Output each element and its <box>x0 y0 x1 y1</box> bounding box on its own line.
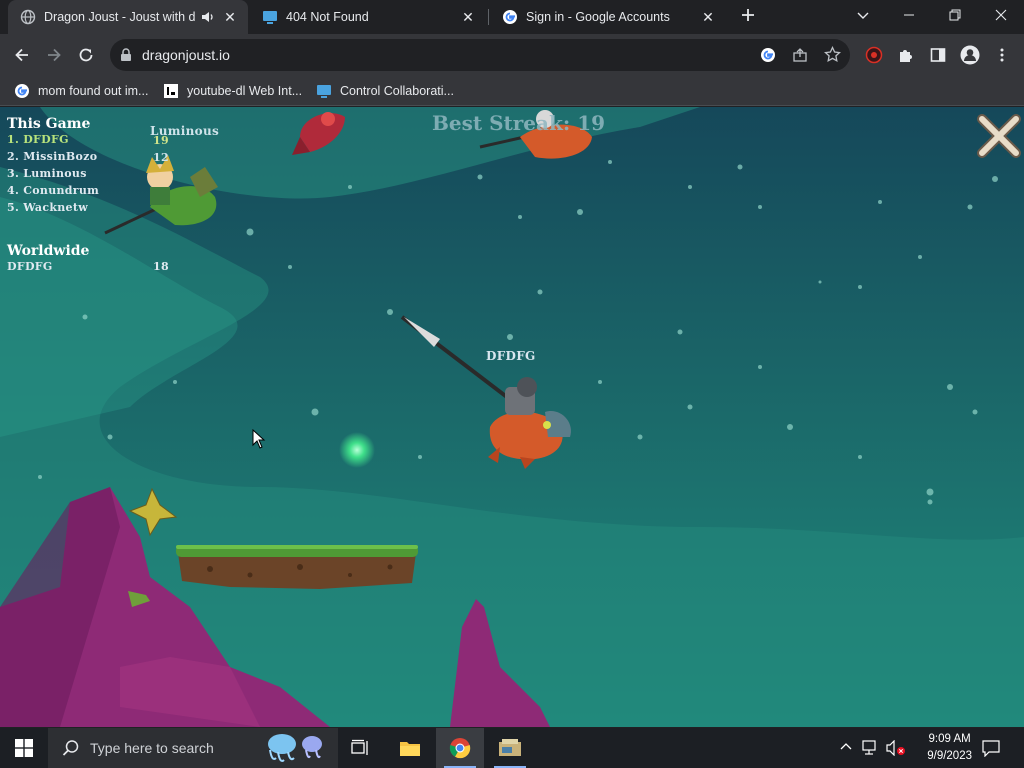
back-button[interactable] <box>6 39 38 71</box>
chrome-taskbar-button[interactable] <box>436 728 484 768</box>
app-taskbar-button[interactable] <box>486 728 534 768</box>
start-button[interactable] <box>0 728 48 768</box>
leaderboard-entry-2: 2. MissinBozo <box>7 150 98 163</box>
close-tab-icon[interactable]: ✕ <box>222 9 238 25</box>
close-tab-icon[interactable]: ✕ <box>460 9 476 25</box>
chevron-down-icon <box>857 12 869 19</box>
close-window-button[interactable] <box>978 0 1024 30</box>
task-view-icon <box>351 739 368 755</box>
task-view-button[interactable] <box>336 728 384 768</box>
tab-dragon-joust[interactable]: Dragon Joust - Joust with dr ✕ <box>8 0 248 34</box>
worldwide-entry-name: DFDFG <box>7 260 53 273</box>
restore-icon <box>949 9 961 21</box>
speaker-icon[interactable] <box>200 9 216 25</box>
power-orb <box>339 432 375 468</box>
chevron-up-icon[interactable] <box>840 741 852 753</box>
extension-recorder-button[interactable] <box>858 39 890 71</box>
side-panel-button[interactable] <box>922 39 954 71</box>
leaderboard-worldwide-title: Worldwide <box>7 243 90 259</box>
leaderboard-this-game-title: This Game <box>7 116 91 132</box>
browser-toolbar: dragonjoust.io <box>0 34 1024 76</box>
windows-logo-icon <box>15 739 33 757</box>
puzzle-icon <box>900 50 912 62</box>
star-bookmark-icon[interactable] <box>824 46 841 63</box>
clock-time: 9:09 AM <box>928 733 971 745</box>
game-canvas[interactable]: This Game 1. DFDFG 2. MissinBozo 3. Lumi… <box>0 107 1024 727</box>
game-background <box>0 107 1024 727</box>
leaderboard-entry-3: 3. Luminous <box>7 167 87 180</box>
tab-separator <box>488 9 489 25</box>
network-icon[interactable] <box>862 740 880 756</box>
windows-taskbar: Type here to search 9:09 AM 9/9/2023 <box>0 728 1024 768</box>
tab-title: Sign in - Google Accounts <box>526 10 670 24</box>
clock-date: 9/9/2023 <box>927 750 972 762</box>
tab-title: Dragon Joust - Joust with dr <box>44 10 196 24</box>
best-streak-label: Best Streak: 19 <box>432 111 606 135</box>
chrome-icon <box>449 738 471 759</box>
player-score-luminous: 19 <box>153 134 169 147</box>
search-icon <box>62 740 79 756</box>
tab-strip: Dragon Joust - Joust with dr ✕ 404 Not F… <box>0 0 1024 34</box>
lock-icon <box>121 48 131 61</box>
bookmark-mom-found-out[interactable]: mom found out im... <box>14 81 148 101</box>
app-window-icon <box>499 739 521 756</box>
profile-avatar-icon <box>960 45 980 65</box>
more-vert-icon <box>1000 48 1004 62</box>
folder-icon <box>400 742 420 756</box>
extensions-button[interactable] <box>890 39 922 71</box>
system-clock[interactable]: 9:09 AM 9/9/2023 <box>927 731 972 765</box>
leaderboard-entry-5: 5. Wacknetw <box>7 201 89 214</box>
file-explorer-button[interactable] <box>386 728 434 768</box>
notification-icon[interactable] <box>982 739 1000 757</box>
url-text: dragonjoust.io <box>142 47 230 63</box>
bookmark-control-collaboration[interactable]: Control Collaborati... <box>316 81 454 101</box>
arrow-left-icon <box>15 48 28 62</box>
close-tab-icon[interactable]: ✕ <box>700 9 716 25</box>
bookmark-label: Control Collaborati... <box>340 84 454 98</box>
mouse-cursor-icon <box>252 429 266 449</box>
player-score-secondary: 12 <box>153 151 169 164</box>
tab-title: 404 Not Found <box>286 10 369 24</box>
record-extension-icon <box>865 46 883 64</box>
new-tab-button[interactable] <box>732 0 764 30</box>
minimize-button[interactable] <box>886 0 932 30</box>
share-icon[interactable] <box>792 47 808 63</box>
volume-muted-icon[interactable] <box>886 740 906 756</box>
side-panel-icon <box>930 48 946 62</box>
restore-button[interactable] <box>932 0 978 30</box>
page-icon <box>164 84 178 98</box>
bookmarks-bar: mom found out im... youtube-dl Web Int..… <box>0 76 1024 106</box>
jellyfish-icon <box>268 734 322 762</box>
chrome-menu-button[interactable] <box>986 39 1018 71</box>
close-icon <box>995 9 1007 21</box>
globe-icon <box>20 9 36 25</box>
monitor-icon <box>262 9 278 25</box>
plus-icon <box>742 9 754 21</box>
profile-button[interactable] <box>954 39 986 71</box>
reload-button[interactable] <box>70 39 102 71</box>
arrow-right-icon <box>48 48 61 62</box>
search-placeholder: Type here to search <box>90 740 214 756</box>
tab-search-button[interactable] <box>840 0 886 30</box>
leaderboard-entry-4: 4. Conundrum <box>7 184 100 197</box>
google-lens-icon[interactable] <box>760 47 776 63</box>
forward-button[interactable] <box>38 39 70 71</box>
address-bar[interactable]: dragonjoust.io <box>110 39 850 71</box>
minimize-icon <box>904 14 914 16</box>
bookmark-label: mom found out im... <box>38 84 149 98</box>
monitor-icon <box>317 85 331 98</box>
taskbar-search-box[interactable]: Type here to search <box>48 728 338 768</box>
player-name-self: DFDFG <box>486 349 536 363</box>
floating-platform <box>176 545 418 589</box>
bookmark-label: youtube-dl Web Int... <box>187 84 303 98</box>
leaderboard-entry-1: 1. DFDFG <box>7 133 69 146</box>
worldwide-entry-score: 18 <box>153 260 169 273</box>
google-icon <box>502 9 518 25</box>
reload-icon <box>79 48 93 62</box>
bookmark-youtube-dl[interactable]: youtube-dl Web Int... <box>163 81 302 101</box>
tab-google-signin[interactable]: Sign in - Google Accounts ✕ <box>490 0 726 34</box>
google-icon <box>15 84 29 98</box>
tab-404[interactable]: 404 Not Found ✕ <box>250 0 486 34</box>
